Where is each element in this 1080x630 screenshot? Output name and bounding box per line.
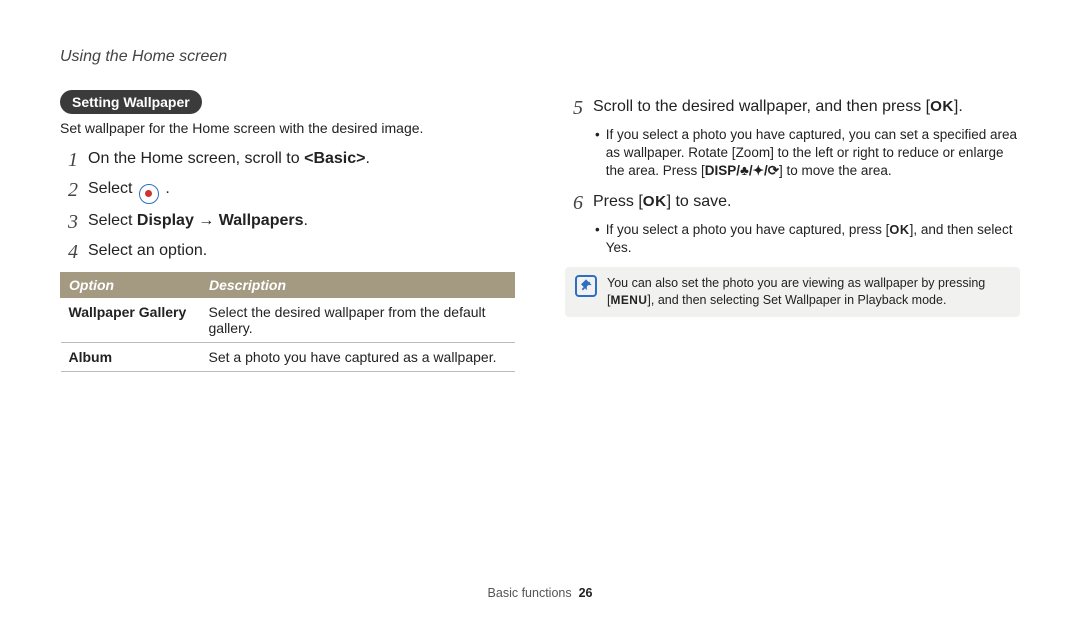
table-row: Wallpaper Gallery Select the desired wal… — [61, 297, 515, 342]
section-intro: Set wallpaper for the Home screen with t… — [60, 120, 515, 136]
step-text: Select an option. — [88, 240, 515, 262]
ok-key: OK — [930, 98, 954, 115]
step-number: 5 — [565, 96, 583, 120]
step-number: 1 — [60, 148, 78, 172]
step-6: 6 Press [OK] to save. — [565, 191, 1020, 215]
bold-set-wallpaper: Set Wallpaper — [763, 293, 841, 307]
bullet: If you select a photo you have captured,… — [595, 221, 1020, 257]
table-header-row: Option Description — [61, 272, 515, 297]
step-5-bullets: If you select a photo you have captured,… — [595, 126, 1020, 181]
option-desc: Set a photo you have captured as a wallp… — [201, 342, 515, 371]
note-text: You can also set the photo you are viewi… — [607, 275, 1010, 309]
ok-key: OK — [889, 222, 909, 237]
text: . — [304, 212, 308, 229]
arrow: → — [194, 212, 219, 229]
ok-key: OK — [643, 193, 667, 210]
bold-zoom: Zoom — [736, 145, 771, 160]
step-1: 1 On the Home screen, scroll to <Basic>. — [60, 148, 515, 172]
bullet: If you select a photo you have captured,… — [595, 126, 1020, 181]
text: ] to save. — [667, 193, 732, 210]
bold-display: Display — [137, 212, 194, 229]
text: . — [628, 240, 632, 255]
text: Select — [88, 180, 137, 197]
step-text: Scroll to the desired wallpaper, and the… — [593, 96, 1020, 118]
option-name: Album — [61, 342, 201, 371]
text: ]. — [954, 98, 963, 115]
bold-basic: <Basic> — [304, 150, 365, 167]
option-desc: Select the desired wallpaper from the de… — [201, 297, 515, 342]
text: ], and then select — [910, 222, 1013, 237]
text: . — [365, 150, 369, 167]
step-5: 5 Scroll to the desired wallpaper, and t… — [565, 96, 1020, 120]
running-head: Using the Home screen — [60, 48, 1020, 66]
option-name: Wallpaper Gallery — [61, 297, 201, 342]
nav-keys: DISP/♣/✦/⟳ — [705, 163, 779, 178]
step-text: Select . — [88, 178, 515, 204]
step-text: Press [OK] to save. — [593, 191, 1020, 213]
info-icon — [575, 275, 597, 297]
menu-key: MENU — [610, 293, 647, 307]
info-note: You can also set the photo you are viewi… — [565, 267, 1020, 317]
text: On the Home screen, scroll to — [88, 150, 304, 167]
bold-yes: Yes — [606, 240, 628, 255]
page-footer: Basic functions 26 — [0, 586, 1080, 600]
text: Select — [88, 212, 137, 229]
section-heading-pill: Setting Wallpaper — [60, 90, 202, 114]
step-3: 3 Select Display → Wallpapers. — [60, 210, 515, 234]
text: ], and then selecting — [647, 293, 762, 307]
options-table: Option Description Wallpaper Gallery Sel… — [60, 272, 515, 372]
step-4: 4 Select an option. — [60, 240, 515, 264]
footer-section: Basic functions — [488, 586, 572, 600]
left-column: Setting Wallpaper Set wallpaper for the … — [60, 90, 515, 372]
text: Scroll to the desired wallpaper, and the… — [593, 98, 930, 115]
text: . — [161, 180, 170, 197]
text: ] to move the area. — [779, 163, 892, 178]
step-2: 2 Select . — [60, 178, 515, 204]
text: If you select a photo you have captured,… — [606, 222, 890, 237]
text: Press [ — [593, 193, 643, 210]
right-column: 5 Scroll to the desired wallpaper, and t… — [565, 90, 1020, 372]
text: in Playback mode. — [841, 293, 947, 307]
col-option: Option — [61, 272, 201, 297]
step-text: On the Home screen, scroll to <Basic>. — [88, 148, 515, 170]
table-row: Album Set a photo you have captured as a… — [61, 342, 515, 371]
page-number: 26 — [579, 586, 593, 600]
step-text: Select Display → Wallpapers. — [88, 210, 515, 232]
step-number: 4 — [60, 240, 78, 264]
col-description: Description — [201, 272, 515, 297]
bold-wallpapers: Wallpapers — [219, 212, 304, 229]
step-number: 3 — [60, 210, 78, 234]
settings-icon — [139, 184, 159, 204]
step-6-bullets: If you select a photo you have captured,… — [595, 221, 1020, 257]
step-number: 2 — [60, 178, 78, 202]
step-number: 6 — [565, 191, 583, 215]
